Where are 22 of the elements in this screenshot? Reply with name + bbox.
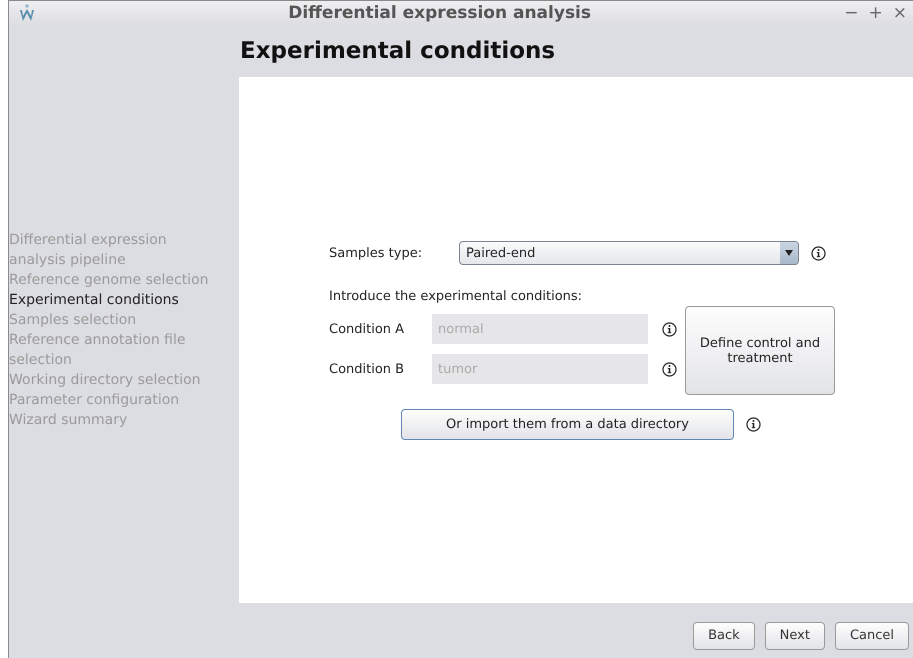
caret-icon — [785, 250, 793, 256]
app-logo-icon — [19, 4, 35, 22]
import-directory-button[interactable]: Or import them from a data directory — [401, 409, 734, 440]
window-control[interactable]: × — [892, 3, 907, 23]
info-icon[interactable] — [811, 246, 826, 260]
info-icon[interactable] — [662, 322, 677, 336]
condition-label: Condition B — [329, 362, 406, 376]
window-title: Differential expression analysis — [287, 3, 592, 23]
window-control[interactable]: + — [868, 3, 883, 23]
window-control[interactable]: − — [844, 3, 858, 23]
condition-label: Condition A — [329, 322, 406, 336]
info-icon[interactable] — [746, 417, 761, 432]
footer-button[interactable]: Cancel — [834, 622, 909, 650]
wizard-step[interactable]: Experimental conditions — [9, 290, 239, 310]
instruction-text: Introduce the experimental conditions: — [329, 289, 584, 304]
footer-button[interactable]: Back — [693, 622, 755, 650]
page-heading: Experimental conditions — [240, 38, 556, 64]
footer-button[interactable]: Next — [764, 622, 825, 650]
define-control-treatment-button[interactable]: Define control and treatment — [685, 306, 835, 395]
samples-type-dropdown[interactable]: Paired-end — [459, 241, 799, 265]
samples-type-label: Samples type: — [329, 246, 424, 260]
info-icon[interactable] — [662, 362, 677, 376]
